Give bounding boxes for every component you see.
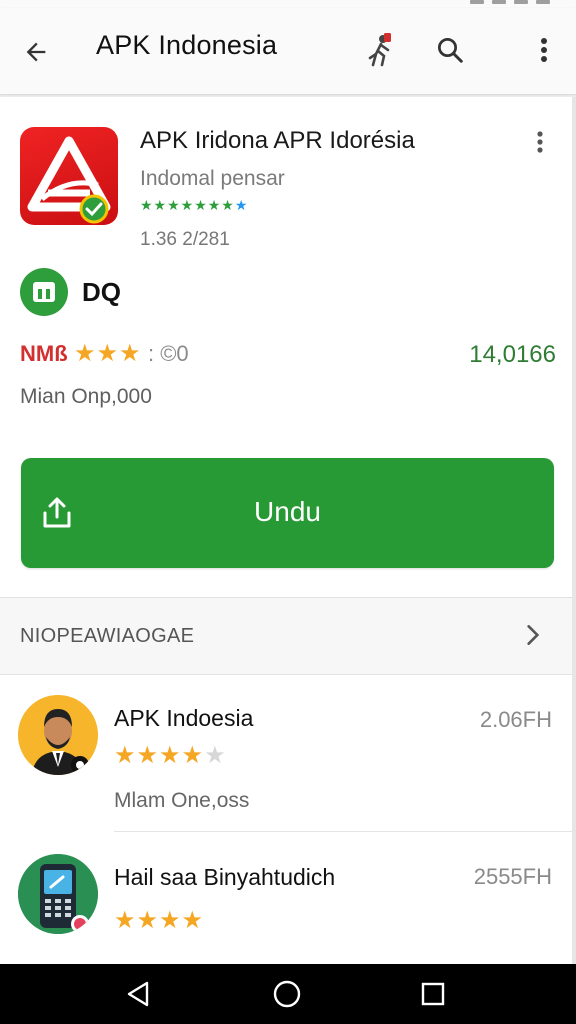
section-title: NIOPEAWIAOGAE xyxy=(20,625,195,647)
back-arrow-icon[interactable] xyxy=(16,32,56,72)
status-bar xyxy=(0,0,576,8)
developer-row[interactable]: DQ xyxy=(20,267,121,317)
chevron-right-icon[interactable] xyxy=(520,622,546,653)
app-title: APK Iridona APR Idorésia xyxy=(140,127,415,154)
section-header[interactable]: NIOPEAWIAOGAE xyxy=(0,598,576,675)
app-bar: APK Indonesia xyxy=(0,8,576,95)
install-button[interactable]: Undu xyxy=(21,458,554,568)
scroll-edge xyxy=(572,97,576,964)
list-item[interactable]: APK Indoesia 2.06FH ★★★★★ Mlam One,oss xyxy=(0,675,576,831)
avatar xyxy=(18,854,98,934)
list-item-stars: ★★★★ xyxy=(114,907,205,934)
app-subtitle: Indomal pensar xyxy=(140,167,285,190)
developer-home-icon xyxy=(20,268,68,316)
rating-count: : ©0 xyxy=(148,341,189,366)
more-vert-icon[interactable] xyxy=(528,30,560,70)
rating-stars: ★★★★ xyxy=(114,742,205,769)
status-icon xyxy=(470,0,484,4)
apk-logo-icon[interactable] xyxy=(20,127,118,225)
nav-back-icon[interactable] xyxy=(120,976,156,1012)
list-item-meta: 2.06FH xyxy=(479,707,552,732)
list-item[interactable]: Hail saa Binyahtudich 2555FH ★★★★ xyxy=(0,832,576,964)
app-meta: 1.36 2/281 xyxy=(140,229,230,250)
rating-stars-green: ★★★★★★★ xyxy=(140,197,235,213)
list-item-title: Hail saa Binyahtudich xyxy=(114,864,336,890)
avatar xyxy=(18,695,98,775)
related-apps-list: APK Indoesia 2.06FH ★★★★★ Mlam One,oss H… xyxy=(0,675,576,964)
system-nav-bar xyxy=(0,964,576,1024)
rating-star-blue: ★ xyxy=(234,197,249,213)
rating-stars: ★★★ xyxy=(74,340,142,367)
list-item-stars: ★★★★★ xyxy=(114,741,227,770)
faded-star: ★ xyxy=(204,742,227,769)
install-button-label: Undu xyxy=(254,496,321,527)
search-icon[interactable] xyxy=(430,30,470,70)
list-item-subtitle: Mlam One,oss xyxy=(114,789,250,812)
runner-icon[interactable] xyxy=(362,28,398,72)
app-detail-card: APK Iridona APR Idorésia Indomal pensar … xyxy=(0,97,576,598)
developer-name: DQ xyxy=(82,276,121,307)
downloads-text: Mian Onp,000 xyxy=(20,385,152,408)
rating-label: NMß xyxy=(20,341,68,366)
more-vert-icon[interactable] xyxy=(536,131,544,158)
page-title: APK Indonesia xyxy=(96,30,278,60)
status-icon xyxy=(492,0,506,4)
nav-home-icon[interactable] xyxy=(269,976,305,1012)
status-icon xyxy=(514,0,528,4)
rating-value: 14,0166 xyxy=(469,341,556,368)
nav-recents-icon[interactable] xyxy=(415,976,451,1012)
status-icon xyxy=(536,0,550,4)
list-item-title: APK Indoesia xyxy=(114,705,254,731)
list-item-meta: 2555FH xyxy=(473,864,552,889)
small-rating-stars: ★★★★★★★★ xyxy=(140,197,248,214)
rating-row: NMß ★★★ : ©0 14,0166 xyxy=(20,339,556,373)
